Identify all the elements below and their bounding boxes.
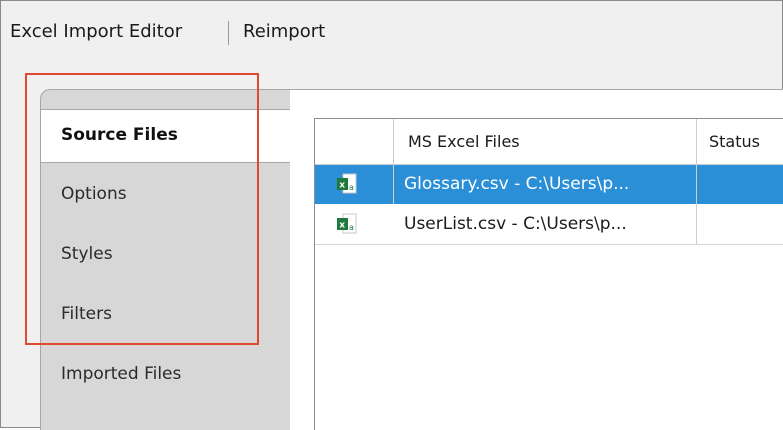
- tab-imported-files[interactable]: Imported Files: [41, 349, 290, 401]
- row-icon-cell: x a: [315, 165, 393, 204]
- editor-title: Excel Import Editor: [10, 21, 183, 42]
- editor-window: Excel Import Editor Reimport Source File…: [0, 0, 783, 430]
- svg-text:a: a: [349, 183, 354, 192]
- reimport-button[interactable]: Reimport: [243, 21, 325, 42]
- excel-file-icon: x a: [337, 213, 357, 234]
- highlight-box: [25, 73, 259, 345]
- table-row[interactable]: x a Glossary.csv - C:\Users\p...: [315, 165, 783, 204]
- row-icon-cell: x a: [315, 205, 393, 244]
- column-divider: [393, 119, 394, 204]
- excel-file-icon: x a: [337, 173, 357, 194]
- column-header-icon[interactable]: [315, 119, 393, 165]
- column-divider: [696, 119, 697, 244]
- row-file-name: Glossary.csv - C:\Users\p...: [404, 174, 630, 194]
- source-files-grid[interactable]: MS Excel Files Status x a Glossary.csv -…: [314, 118, 783, 430]
- table-row[interactable]: x a UserList.csv - C:\Users\p...: [315, 205, 783, 245]
- column-header-status[interactable]: Status: [697, 119, 783, 165]
- row-file-name: UserList.csv - C:\Users\p...: [404, 214, 627, 234]
- svg-text:x: x: [339, 181, 345, 191]
- column-header-ms-excel-files[interactable]: MS Excel Files: [394, 119, 696, 165]
- svg-text:a: a: [349, 223, 354, 232]
- tab-label: Imported Files: [61, 364, 182, 384]
- svg-text:x: x: [339, 221, 345, 231]
- toolbar-separator: [228, 21, 229, 45]
- editor-toolbar: Excel Import Editor Reimport: [1, 1, 782, 63]
